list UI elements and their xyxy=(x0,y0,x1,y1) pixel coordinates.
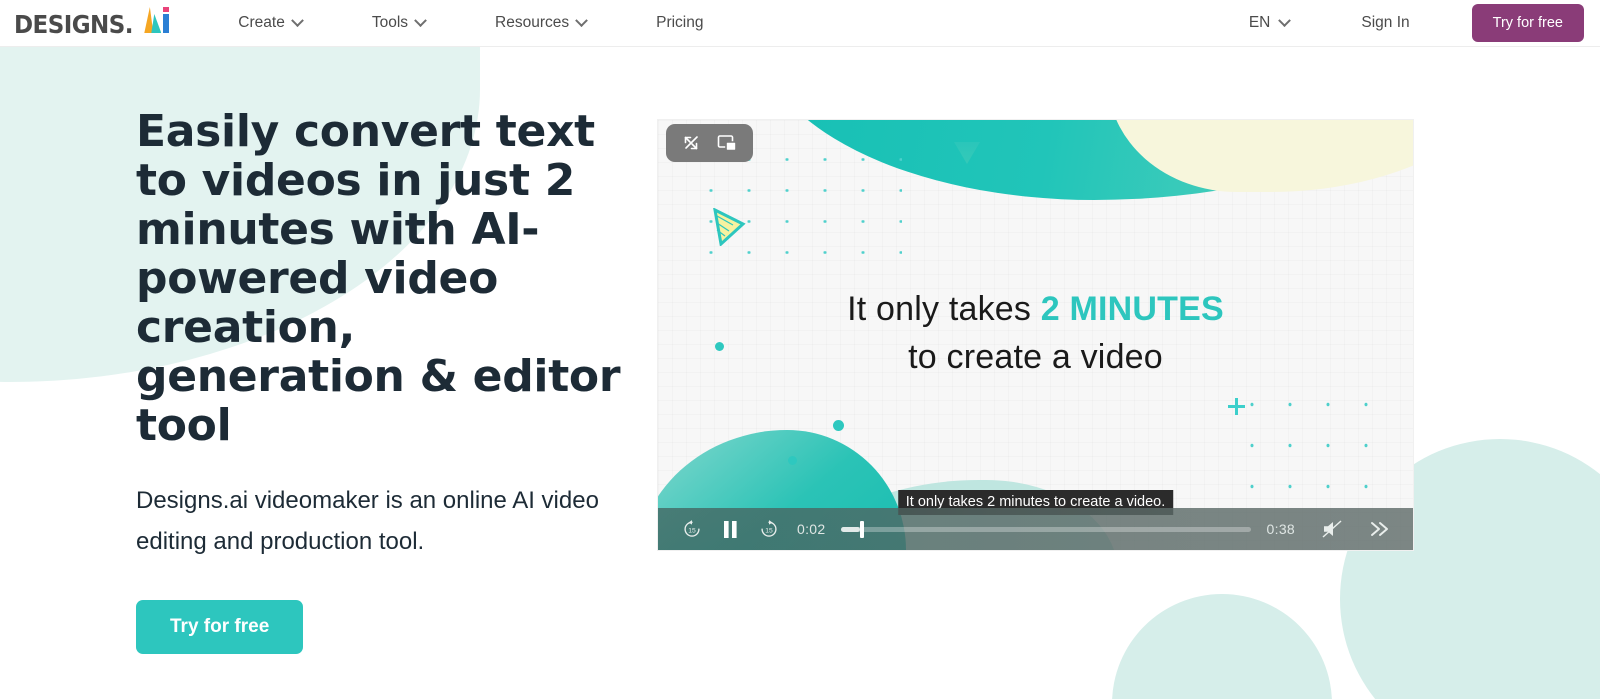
logo[interactable]: DESIGNS. xyxy=(14,7,180,39)
header-right: EN Sign In Try for free xyxy=(1249,4,1584,42)
nav-item-create[interactable]: Create xyxy=(238,13,304,32)
chevron-down-icon xyxy=(414,13,427,27)
language-label: EN xyxy=(1248,14,1271,31)
page-title: Easily convert text to videos in just 2 … xyxy=(136,106,621,451)
site-header: DESIGNS. Create Tools Resources Pricing … xyxy=(0,0,1600,47)
nav-item-label: Tools xyxy=(371,14,409,31)
landing-page: DESIGNS. Create Tools Resources Pricing … xyxy=(0,0,1600,699)
header-try-for-free-button[interactable]: Try for free xyxy=(1471,4,1584,42)
nav-item-resources[interactable]: Resources xyxy=(495,13,588,32)
chevron-down-icon xyxy=(575,13,588,27)
language-selector[interactable]: EN xyxy=(1248,13,1292,32)
nav-item-tools[interactable]: Tools xyxy=(371,13,427,32)
chevron-down-icon xyxy=(290,13,304,27)
nav-item-label: Resources xyxy=(495,14,570,31)
chevron-down-icon xyxy=(1278,13,1292,27)
nav-item-pricing[interactable]: Pricing xyxy=(656,14,703,32)
logo-text: DESIGNS. xyxy=(14,10,134,39)
ai-logo-mark-icon xyxy=(144,7,180,33)
hero-copy: Easily convert text to videos in just 2 … xyxy=(0,47,660,654)
hero-section: Easily convert text to videos in just 2 … xyxy=(0,47,1600,654)
sign-in-link[interactable]: Sign In xyxy=(1361,14,1409,32)
nav-item-label: Pricing xyxy=(656,14,704,31)
primary-nav: Create Tools Resources Pricing xyxy=(238,13,704,32)
hero-subtitle: Designs.ai videomaker is an online AI vi… xyxy=(136,487,599,555)
hero-try-for-free-button[interactable]: Try for free xyxy=(136,600,304,654)
nav-item-label: Create xyxy=(238,14,285,31)
